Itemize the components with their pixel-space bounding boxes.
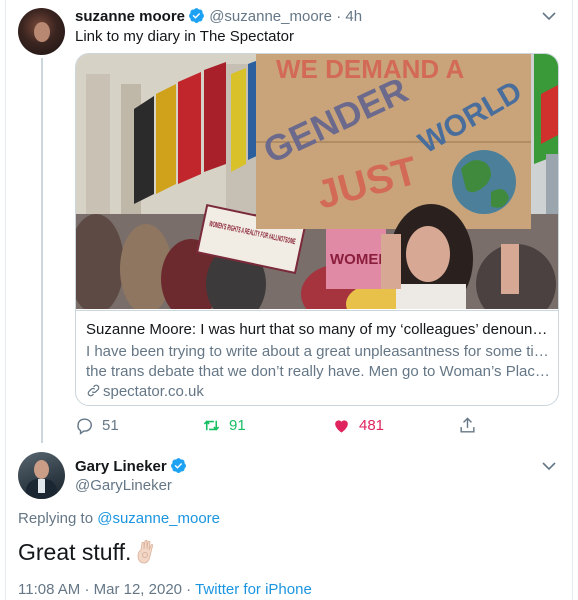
- tweet-time[interactable]: 4h: [345, 8, 362, 25]
- reply-button[interactable]: 51: [75, 414, 119, 436]
- tweet-actions: 51 91 481: [75, 414, 485, 436]
- replying-to-prefix: Replying to: [18, 510, 94, 527]
- avatar-gary-lineker[interactable]: [18, 452, 65, 499]
- sign-line-1: WE DEMAND A: [276, 54, 464, 84]
- ok-hand-emoji-icon: [137, 539, 154, 564]
- author-name[interactable]: suzanne moore: [75, 8, 185, 25]
- tweet-text: Link to my diary in The Spectator: [75, 28, 294, 45]
- tweet-text-2: Great stuff.: [18, 537, 159, 567]
- separator-dot: ·: [336, 8, 342, 25]
- verified-badge-icon: [189, 8, 204, 23]
- retweet-count: 91: [229, 416, 246, 434]
- like-button[interactable]: 481: [332, 414, 384, 436]
- card-description: I have been trying to write about a grea…: [86, 342, 550, 382]
- retweet-button[interactable]: 91: [202, 414, 246, 436]
- tweet-text-2-content: Great stuff.: [18, 539, 132, 565]
- link-icon: [87, 384, 100, 397]
- like-count: 481: [359, 416, 385, 434]
- author-handle-2[interactable]: @GaryLineker: [75, 476, 172, 496]
- author-handle[interactable]: @suzanne_moore: [209, 8, 332, 25]
- replying-to: Replying to @suzanne_moore: [18, 509, 220, 529]
- card-title[interactable]: Suzanne Moore: I was hurt that so many o…: [86, 320, 550, 340]
- pink-sign-text: WOMEN: [330, 251, 389, 268]
- card-description-line-1: I have been trying to write about a grea…: [86, 343, 550, 360]
- author-name-2: Gary Lineker: [75, 457, 187, 477]
- meta-separator-1: ·: [84, 581, 90, 598]
- heart-icon: [335, 419, 348, 433]
- chevron-down-icon[interactable]: [542, 461, 556, 471]
- card-domain-text[interactable]: spectator.co.uk: [103, 383, 204, 400]
- replying-to-mention[interactable]: @suzanne_moore: [97, 510, 220, 527]
- avatar-suzanne-moore[interactable]: [18, 8, 65, 55]
- tweet-source[interactable]: Twitter for iPhone: [195, 581, 312, 598]
- tweet1-header: suzanne moore @suzanne_moore · 4h: [75, 7, 362, 27]
- share-button[interactable]: [458, 414, 485, 436]
- card-image: WOMEN WOMEN'S RIGHTS A REALITY FOR #ALLN…: [76, 54, 558, 309]
- thread-line: [41, 58, 43, 443]
- meta-separator-2: ·: [186, 581, 192, 598]
- reply-count: 51: [102, 416, 119, 434]
- share-icon: [460, 416, 475, 433]
- tweet-date[interactable]: Mar 12, 2020: [94, 581, 182, 598]
- tweet-meta: 11:08 AM · Mar 12, 2020 · Twitter for iP…: [18, 580, 312, 600]
- retweet-icon: [203, 419, 220, 431]
- verified-badge-icon: [170, 458, 186, 473]
- card-domain[interactable]: spectator.co.uk: [86, 382, 550, 402]
- chevron-down-icon[interactable]: [542, 11, 556, 21]
- author-name-text[interactable]: Gary Lineker: [75, 458, 167, 475]
- card-body[interactable]: Suzanne Moore: I was hurt that so many o…: [76, 310, 558, 405]
- reply-icon: [77, 417, 92, 435]
- tweet-time-2[interactable]: 11:08 AM: [18, 581, 80, 598]
- link-card[interactable]: WOMEN WOMEN'S RIGHTS A REALITY FOR #ALLN…: [75, 53, 559, 406]
- card-description-line-2: the trans debate that we don’t really ha…: [86, 363, 550, 380]
